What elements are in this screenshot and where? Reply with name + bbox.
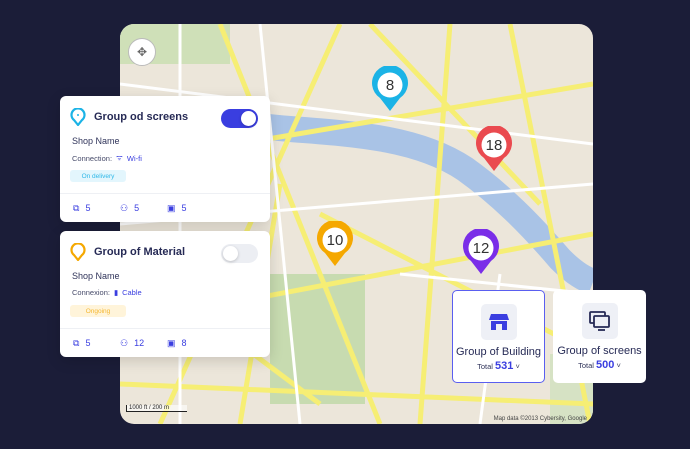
toggle-switch[interactable] <box>221 109 258 128</box>
map-scale: 1000 ft / 200 m <box>126 405 188 412</box>
cable-icon: ▮ <box>113 288 119 297</box>
media-icon: ▣ <box>167 202 176 213</box>
location-pin-icon <box>70 108 86 126</box>
connection-row: Connexion: ▮ Cable <box>72 288 142 297</box>
connection-label: Connection: <box>72 153 113 163</box>
marker-count: 18 <box>485 136 503 154</box>
connection-value: Wi-fi <box>126 153 142 163</box>
total-value: 500 <box>596 359 615 371</box>
users-count: 5 <box>134 203 140 213</box>
group-building-card[interactable]: Group of Building Total 531 ˅ <box>452 290 545 383</box>
media-count: 8 <box>181 338 187 348</box>
shop-name: Shop Name <box>72 136 120 146</box>
connection-value: Cable <box>122 288 142 297</box>
group-name: Group of Building <box>456 346 541 358</box>
group-card-material[interactable]: Group of Material Shop Name Connexion: ▮ C… <box>60 231 270 357</box>
pan-control[interactable]: ✥ <box>128 38 156 66</box>
group-card-screens[interactable]: Group od screens Shop Name Connection: ᯤ W… <box>60 96 270 222</box>
card-title: Group od screens <box>94 111 189 123</box>
total-label: Total <box>578 361 594 370</box>
user-icon: ⚇ <box>120 337 129 348</box>
media-count: 5 <box>181 203 187 213</box>
screens-count: 5 <box>85 203 91 213</box>
map-marker[interactable]: 8 <box>371 66 409 112</box>
map-marker[interactable]: 10 <box>316 221 354 267</box>
marker-count: 12 <box>472 239 490 257</box>
screens-icon: ⧉ <box>73 337 80 348</box>
map-marker[interactable]: 18 <box>475 126 513 172</box>
store-icon <box>488 314 509 330</box>
connection-label: Connexion: <box>72 288 110 297</box>
map-marker[interactable]: 12 <box>462 229 500 275</box>
screens-icon: ⧉ <box>73 202 80 213</box>
status-badge: Ongoing <box>70 305 126 317</box>
chevron-down-icon[interactable]: ˅ <box>617 361 621 370</box>
screens-count: 5 <box>85 338 91 348</box>
marker-count: 8 <box>385 76 395 94</box>
total-label: Total <box>477 362 493 371</box>
location-pin-icon <box>70 243 86 261</box>
marker-count: 10 <box>326 231 344 249</box>
users-count: 12 <box>134 338 145 348</box>
group-name: Group of screens <box>557 345 642 357</box>
group-screens-card[interactable]: Group of screens Total 500 ˅ <box>553 290 646 383</box>
total-value: 531 <box>495 360 514 372</box>
card-title: Group of Material <box>94 246 186 258</box>
shop-name: Shop Name <box>72 271 120 281</box>
wifi-icon: ᯤ <box>116 153 123 162</box>
screens-icon <box>588 311 610 331</box>
media-icon: ▣ <box>167 337 176 348</box>
map-attribution: Map data ©2013 Cybersity, Google <box>493 416 587 422</box>
connection-row: Connection: ᯤ Wi-fi <box>72 153 142 163</box>
toggle-switch[interactable] <box>221 244 258 263</box>
user-icon: ⚇ <box>120 202 129 213</box>
chevron-down-icon[interactable]: ˅ <box>516 362 520 371</box>
status-badge: On delivery <box>70 170 126 182</box>
